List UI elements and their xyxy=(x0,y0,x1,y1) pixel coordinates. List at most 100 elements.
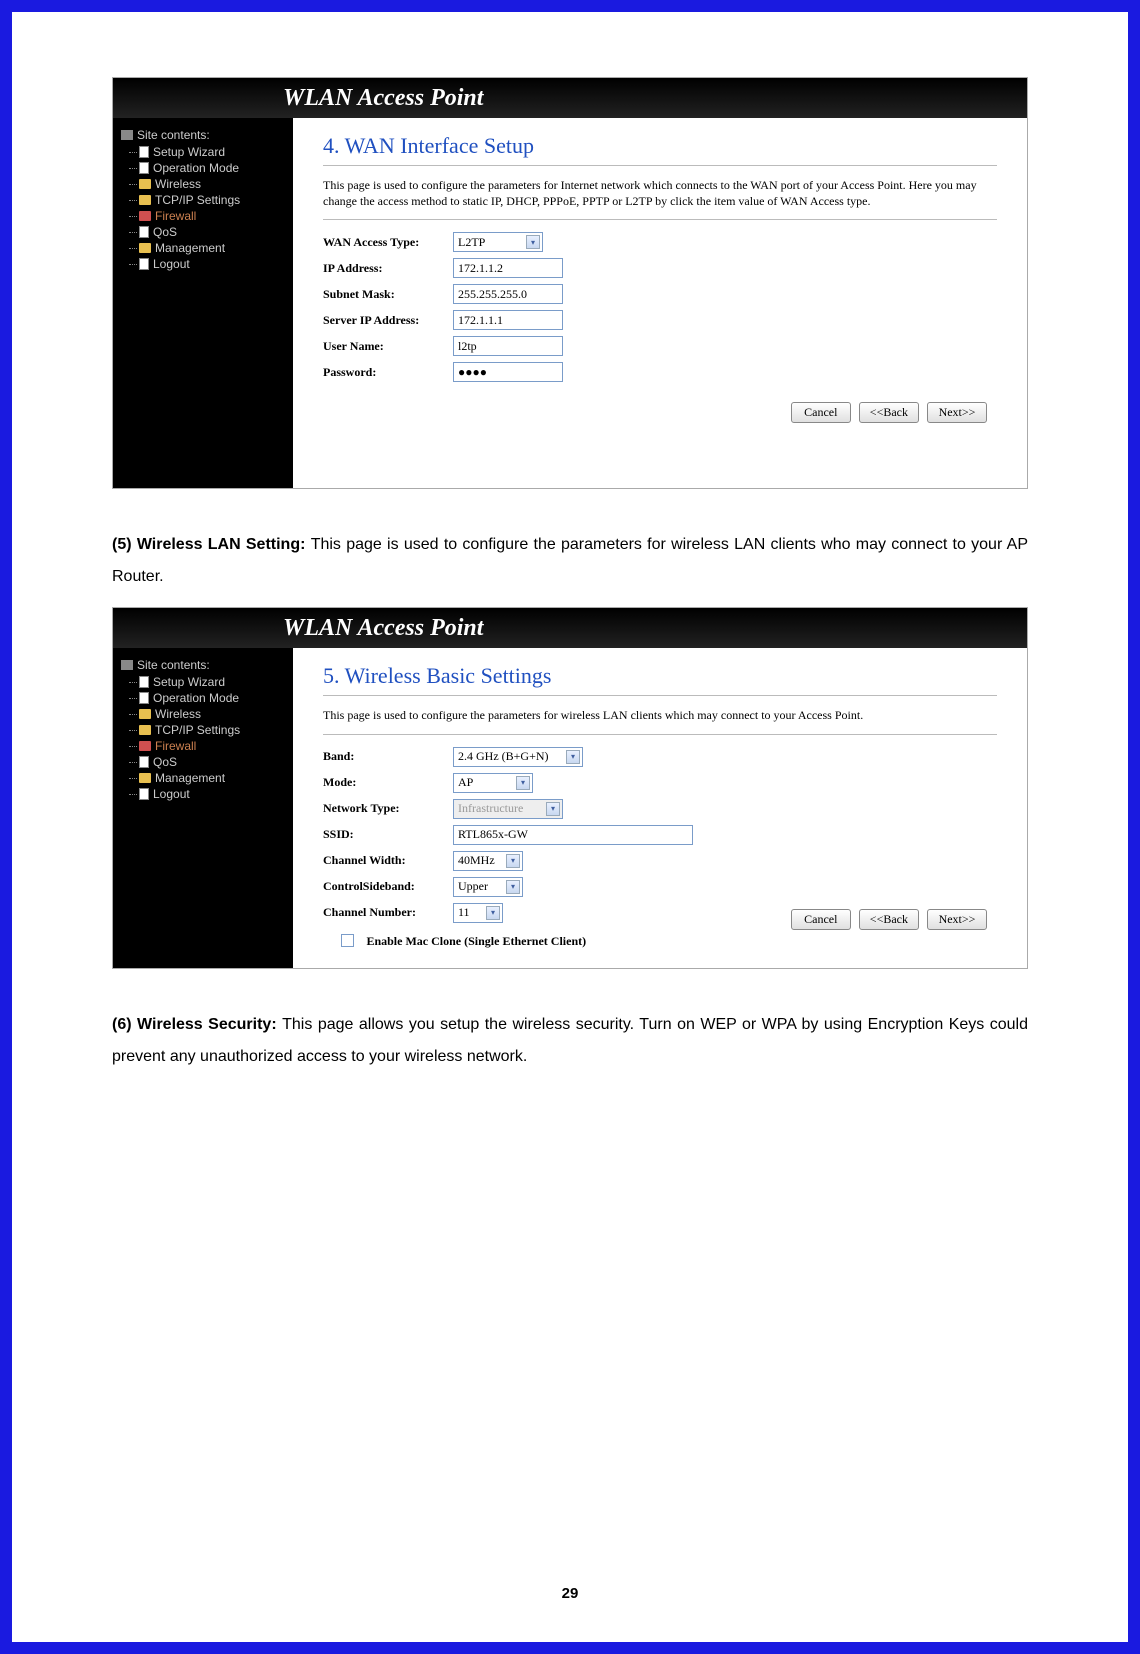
row-server-ip: Server IP Address: xyxy=(323,310,997,330)
page-icon xyxy=(139,676,149,688)
next-button[interactable]: Next>> xyxy=(927,402,987,423)
sidebar-item-firewall[interactable]: Firewall xyxy=(121,738,285,754)
content-panel: 5. Wireless Basic Settings This page is … xyxy=(293,648,1027,968)
sidebar-item-wireless[interactable]: Wireless xyxy=(121,176,285,192)
paragraph-wireless-lan: (5) Wireless LAN Setting: This page is u… xyxy=(112,529,1028,593)
select-wan-access-type[interactable]: L2TP ▾ xyxy=(453,232,543,252)
chevron-down-icon: ▾ xyxy=(506,854,520,868)
label-channel-number: Channel Number: xyxy=(323,905,453,920)
site-icon xyxy=(121,660,133,670)
page-icon xyxy=(139,258,149,270)
input-password[interactable] xyxy=(453,362,563,382)
screenshot-wan-setup: WLAN Access Point Site contents: Setup W… xyxy=(112,77,1028,489)
folder-icon xyxy=(139,709,151,719)
row-mac-clone: Enable Mac Clone (Single Ethernet Client… xyxy=(323,932,997,950)
paragraph-wireless-security: (6) Wireless Security: This page allows … xyxy=(112,1009,1028,1073)
screenshot-wireless-basic: WLAN Access Point Site contents: Setup W… xyxy=(112,607,1028,969)
sidebar-item-logout[interactable]: Logout xyxy=(121,256,285,272)
page-icon xyxy=(139,756,149,768)
sidebar-item-tcpip[interactable]: TCP/IP Settings xyxy=(121,722,285,738)
sidebar-item-management[interactable]: Management xyxy=(121,770,285,786)
app-title: WLAN Access Point xyxy=(283,85,483,112)
site-icon xyxy=(121,130,133,140)
label-network-type: Network Type: xyxy=(323,801,453,816)
chevron-down-icon: ▾ xyxy=(506,880,520,894)
page-heading: 4. WAN Interface Setup xyxy=(323,133,997,166)
input-server-ip[interactable] xyxy=(453,310,563,330)
label-wan-access-type: WAN Access Type: xyxy=(323,235,453,250)
content-panel: 4. WAN Interface Setup This page is used… xyxy=(293,118,1027,488)
label-subnet-mask: Subnet Mask: xyxy=(323,287,453,302)
label-mac-clone: Enable Mac Clone (Single Ethernet Client… xyxy=(366,934,586,948)
sidebar-item-setup-wizard[interactable]: Setup Wizard xyxy=(121,674,285,690)
app-title: WLAN Access Point xyxy=(283,615,483,642)
input-ssid[interactable] xyxy=(453,825,693,845)
row-password: Password: xyxy=(323,362,997,382)
folder-icon xyxy=(139,243,151,253)
sidebar-item-operation-mode[interactable]: Operation Mode xyxy=(121,160,285,176)
select-network-type: Infrastructure ▾ xyxy=(453,799,563,819)
page-number: 29 xyxy=(12,1585,1128,1602)
row-network-type: Network Type: Infrastructure ▾ xyxy=(323,799,997,819)
label-band: Band: xyxy=(323,749,453,764)
row-control-sideband: ControlSideband: Upper ▾ xyxy=(323,877,997,897)
sidebar: Site contents: Setup Wizard Operation Mo… xyxy=(113,118,293,488)
select-control-sideband[interactable]: Upper ▾ xyxy=(453,877,523,897)
sidebar-item-management[interactable]: Management xyxy=(121,240,285,256)
chevron-down-icon: ▾ xyxy=(526,235,540,249)
page-icon xyxy=(139,146,149,158)
sidebar: Site contents: Setup Wizard Operation Mo… xyxy=(113,648,293,968)
row-subnet-mask: Subnet Mask: xyxy=(323,284,997,304)
row-user-name: User Name: xyxy=(323,336,997,356)
row-mode: Mode: AP ▾ xyxy=(323,773,997,793)
back-button[interactable]: <<Back xyxy=(859,909,919,930)
select-mode[interactable]: AP ▾ xyxy=(453,773,533,793)
label-mode: Mode: xyxy=(323,775,453,790)
sidebar-item-qos[interactable]: QoS xyxy=(121,754,285,770)
sidebar-item-qos[interactable]: QoS xyxy=(121,224,285,240)
folder-open-icon xyxy=(139,211,151,221)
sidebar-root[interactable]: Site contents: xyxy=(121,658,285,672)
input-user-name[interactable] xyxy=(453,336,563,356)
cancel-button[interactable]: Cancel xyxy=(791,909,851,930)
page-frame: WLAN Access Point Site contents: Setup W… xyxy=(10,10,1130,1644)
sidebar-item-tcpip[interactable]: TCP/IP Settings xyxy=(121,192,285,208)
row-channel-width: Channel Width: 40MHz ▾ xyxy=(323,851,997,871)
select-channel-number[interactable]: 11 ▾ xyxy=(453,903,503,923)
input-ip-address[interactable] xyxy=(453,258,563,278)
row-band: Band: 2.4 GHz (B+G+N) ▾ xyxy=(323,747,997,767)
sidebar-item-firewall[interactable]: Firewall xyxy=(121,208,285,224)
sidebar-item-setup-wizard[interactable]: Setup Wizard xyxy=(121,144,285,160)
label-user-name: User Name: xyxy=(323,339,453,354)
button-row: Cancel <<Back Next>> xyxy=(323,402,997,423)
checkbox-mac-clone[interactable] xyxy=(341,934,354,947)
input-subnet-mask[interactable] xyxy=(453,284,563,304)
sidebar-item-operation-mode[interactable]: Operation Mode xyxy=(121,690,285,706)
select-band[interactable]: 2.4 GHz (B+G+N) ▾ xyxy=(453,747,583,767)
folder-icon xyxy=(139,195,151,205)
chevron-down-icon: ▾ xyxy=(516,776,530,790)
back-button[interactable]: <<Back xyxy=(859,402,919,423)
chevron-down-icon: ▾ xyxy=(486,906,500,920)
page-icon xyxy=(139,692,149,704)
label-control-sideband: ControlSideband: xyxy=(323,879,453,894)
row-ip-address: IP Address: xyxy=(323,258,997,278)
sidebar-root[interactable]: Site contents: xyxy=(121,128,285,142)
page-description: This page is used to configure the param… xyxy=(323,178,997,220)
page-description: This page is used to configure the param… xyxy=(323,708,997,735)
cancel-button[interactable]: Cancel xyxy=(791,402,851,423)
chevron-down-icon: ▾ xyxy=(566,750,580,764)
app-header: WLAN Access Point xyxy=(113,78,1027,118)
folder-icon xyxy=(139,773,151,783)
select-channel-width[interactable]: 40MHz ▾ xyxy=(453,851,523,871)
page-icon xyxy=(139,226,149,238)
sidebar-item-logout[interactable]: Logout xyxy=(121,786,285,802)
page-icon xyxy=(139,162,149,174)
label-ip-address: IP Address: xyxy=(323,261,453,276)
label-ssid: SSID: xyxy=(323,827,453,842)
next-button[interactable]: Next>> xyxy=(927,909,987,930)
label-password: Password: xyxy=(323,365,453,380)
sidebar-item-wireless[interactable]: Wireless xyxy=(121,706,285,722)
row-ssid: SSID: xyxy=(323,825,997,845)
label-server-ip: Server IP Address: xyxy=(323,313,453,328)
